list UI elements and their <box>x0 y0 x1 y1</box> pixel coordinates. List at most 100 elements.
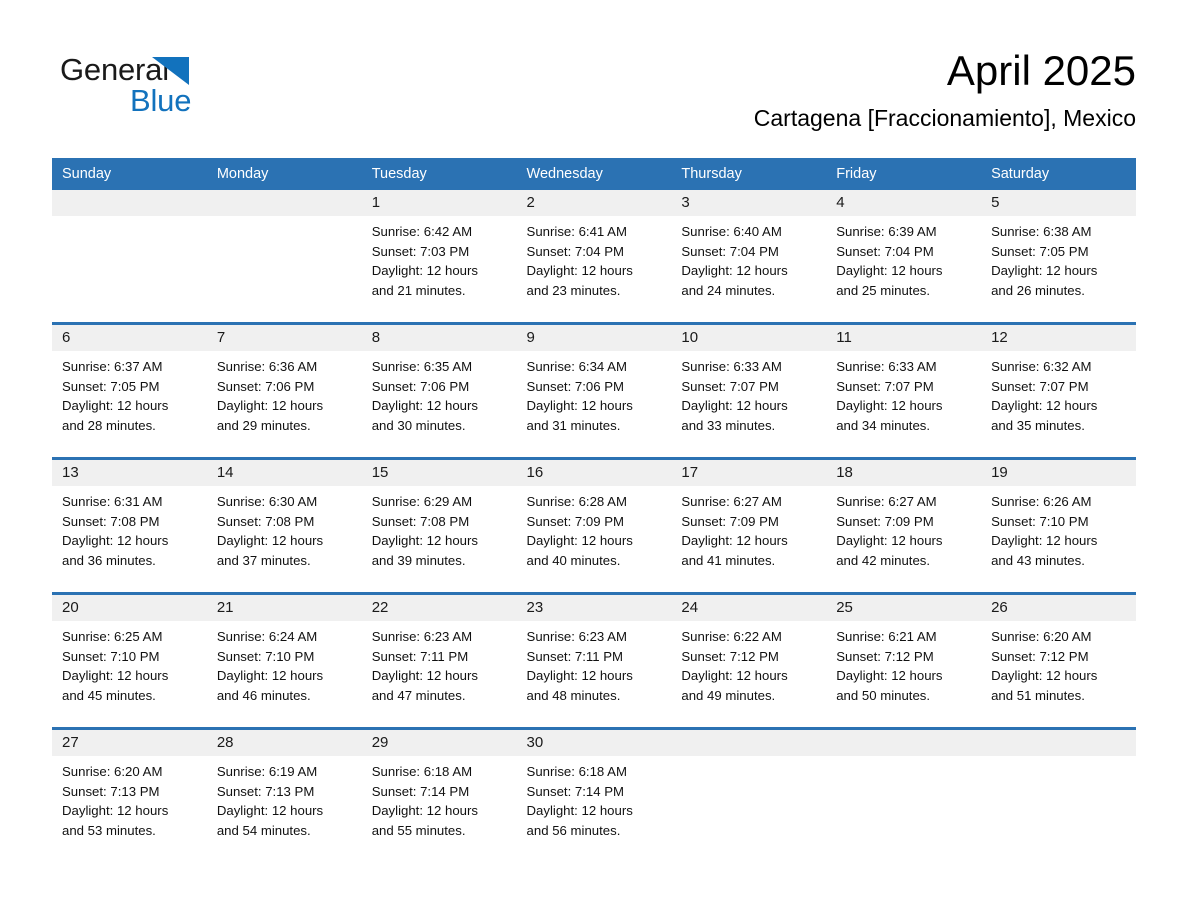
calendar-day-cell[interactable]: 18 Sunrise: 6:27 AM Sunset: 7:09 PM Dayligh… <box>826 457 982 594</box>
daylight-text-line1: Daylight: 12 hours <box>371 263 478 279</box>
sunrise-text: Sunrise: 6:27 AM <box>681 494 782 509</box>
daylight-text-line2: and 31 minutes. <box>526 417 621 433</box>
calendar-day-cell[interactable]: 25 Sunrise: 6:21 AM Sunset: 7:12 PM Dayligh… <box>826 592 982 729</box>
day-number: 19 <box>981 460 1136 486</box>
daylight-text-line2: and 36 minutes. <box>62 552 156 568</box>
page-header: General Blue April 2025 Cartagena [Fracc… <box>52 46 1136 146</box>
day-cell-inner: 9 Sunrise: 6:34 AM Sunset: 7:06 PM Daylight… <box>516 325 672 457</box>
calendar-day-cell-empty <box>826 727 982 862</box>
day-details: Sunrise: 6:27 AM Sunset: 7:09 PM Daylight:… <box>671 486 826 570</box>
daylight-text-line1: Daylight: 12 hours <box>216 398 324 414</box>
logo-triangle-icon <box>152 57 189 85</box>
sunrise-text: Sunrise: 6:20 AM <box>991 629 1092 644</box>
sunset-text: Sunset: 7:07 PM <box>836 378 934 394</box>
calendar-day-cell[interactable]: 15 Sunrise: 6:29 AM Sunset: 7:08 PM Dayligh… <box>361 457 517 594</box>
daylight-text-line2: and 39 minutes. <box>371 552 466 568</box>
calendar-day-cell[interactable]: 7 Sunrise: 6:36 AM Sunset: 7:06 PM Daylight… <box>206 322 362 459</box>
sunset-text: Sunset: 7:04 PM <box>681 243 779 259</box>
sunrise-text: Sunrise: 6:37 AM <box>62 359 163 374</box>
calendar-day-cell[interactable]: 2 Sunrise: 6:41 AM Sunset: 7:04 PM Daylight… <box>516 190 672 324</box>
daylight-text-line1: Daylight: 12 hours <box>991 398 1098 414</box>
daylight-text-line2: and 37 minutes. <box>216 552 311 568</box>
day-details: Sunrise: 6:25 AM Sunset: 7:10 PM Daylight:… <box>52 621 207 705</box>
calendar-day-cell[interactable]: 10 Sunrise: 6:33 AM Sunset: 7:07 PM Dayligh… <box>671 322 827 459</box>
daylight-text-line1: Daylight: 12 hours <box>836 668 943 684</box>
day-number: 4 <box>826 190 982 216</box>
day-cell-inner: 13 Sunrise: 6:31 AM Sunset: 7:08 PM Dayligh… <box>52 460 207 592</box>
calendar-day-cell[interactable]: 11 Sunrise: 6:33 AM Sunset: 7:07 PM Dayligh… <box>826 322 982 459</box>
sunset-text: Sunset: 7:09 PM <box>526 513 625 529</box>
general-blue-logo: General Blue <box>52 46 252 134</box>
day-cell-inner: 3 Sunrise: 6:40 AM Sunset: 7:04 PM Daylight… <box>671 190 827 322</box>
day-cell-inner: 6 Sunrise: 6:37 AM Sunset: 7:05 PM Daylight… <box>52 325 207 457</box>
day-cell-inner: 8 Sunrise: 6:35 AM Sunset: 7:06 PM Daylight… <box>361 325 517 457</box>
calendar-day-cell[interactable]: 26 Sunrise: 6:20 AM Sunset: 7:12 PM Dayligh… <box>981 592 1136 729</box>
day-cell-inner <box>206 190 362 322</box>
calendar-day-cell[interactable]: 30 Sunrise: 6:18 AM Sunset: 7:14 PM Dayligh… <box>516 727 672 862</box>
daylight-text-line2: and 48 minutes. <box>526 687 621 703</box>
calendar-day-cell[interactable]: 8 Sunrise: 6:35 AM Sunset: 7:06 PM Daylight… <box>361 322 517 459</box>
daylight-text-line2: and 25 minutes. <box>836 282 931 298</box>
calendar-day-cell[interactable]: 22 Sunrise: 6:23 AM Sunset: 7:11 PM Dayligh… <box>361 592 517 729</box>
day-details: Sunrise: 6:28 AM Sunset: 7:09 PM Daylight:… <box>517 486 672 570</box>
daylight-text-line1: Daylight: 12 hours <box>836 533 943 549</box>
day-cell-inner: 22 Sunrise: 6:23 AM Sunset: 7:11 PM Dayligh… <box>361 595 517 727</box>
calendar-day-cell[interactable]: 17 Sunrise: 6:27 AM Sunset: 7:09 PM Dayligh… <box>671 457 827 594</box>
sunset-text: Sunset: 7:08 PM <box>62 513 160 529</box>
daylight-text-line1: Daylight: 12 hours <box>216 533 324 549</box>
day-details: Sunrise: 6:20 AM Sunset: 7:13 PM Daylight:… <box>52 756 207 840</box>
day-cell-inner: 7 Sunrise: 6:36 AM Sunset: 7:06 PM Daylight… <box>206 325 362 457</box>
daylight-text-line1: Daylight: 12 hours <box>526 803 633 819</box>
day-number: 7 <box>206 325 362 351</box>
day-number <box>671 730 827 756</box>
day-cell-inner: 14 Sunrise: 6:30 AM Sunset: 7:08 PM Dayligh… <box>206 460 362 592</box>
daylight-text-line1: Daylight: 12 hours <box>836 398 943 414</box>
calendar-day-cell[interactable]: 9 Sunrise: 6:34 AM Sunset: 7:06 PM Daylight… <box>516 322 672 459</box>
calendar-day-cell[interactable]: 13 Sunrise: 6:31 AM Sunset: 7:08 PM Dayligh… <box>52 457 207 594</box>
day-cell-inner: 25 Sunrise: 6:21 AM Sunset: 7:12 PM Dayligh… <box>826 595 982 727</box>
daylight-text-line2: and 34 minutes. <box>836 417 931 433</box>
day-details: Sunrise: 6:22 AM Sunset: 7:12 PM Daylight:… <box>671 621 826 705</box>
calendar-day-cell[interactable]: 29 Sunrise: 6:18 AM Sunset: 7:14 PM Dayligh… <box>361 727 517 862</box>
calendar-day-cell[interactable]: 19 Sunrise: 6:26 AM Sunset: 7:10 PM Dayligh… <box>981 457 1136 594</box>
day-details: Sunrise: 6:39 AM Sunset: 7:04 PM Daylight:… <box>826 216 981 300</box>
day-number: 11 <box>826 325 982 351</box>
sunset-text: Sunset: 7:14 PM <box>371 783 470 799</box>
calendar-day-cell[interactable]: 27 Sunrise: 6:20 AM Sunset: 7:13 PM Dayligh… <box>52 727 207 862</box>
sunrise-text: Sunrise: 6:33 AM <box>681 359 782 374</box>
calendar-day-cell[interactable]: 23 Sunrise: 6:23 AM Sunset: 7:11 PM Dayligh… <box>516 592 672 729</box>
sunset-text: Sunset: 7:08 PM <box>216 513 315 529</box>
daylight-text-line2: and 21 minutes. <box>371 282 466 298</box>
calendar-day-cell[interactable]: 6 Sunrise: 6:37 AM Sunset: 7:05 PM Daylight… <box>52 322 207 459</box>
calendar-day-cell[interactable]: 5 Sunrise: 6:38 AM Sunset: 7:05 PM Daylight… <box>981 190 1136 324</box>
calendar-day-cell[interactable]: 24 Sunrise: 6:22 AM Sunset: 7:12 PM Dayligh… <box>671 592 827 729</box>
sunrise-text: Sunrise: 6:36 AM <box>216 359 318 374</box>
sunset-text: Sunset: 7:13 PM <box>216 783 315 799</box>
day-details: Sunrise: 6:27 AM Sunset: 7:09 PM Daylight:… <box>826 486 981 570</box>
calendar-week-row: 6 Sunrise: 6:37 AM Sunset: 7:05 PM Daylight… <box>52 322 1136 459</box>
day-number: 25 <box>826 595 982 621</box>
calendar-day-cell[interactable]: 3 Sunrise: 6:40 AM Sunset: 7:04 PM Daylight… <box>671 190 827 324</box>
sunset-text: Sunset: 7:04 PM <box>526 243 625 259</box>
day-details <box>981 756 1136 762</box>
daylight-text-line1: Daylight: 12 hours <box>526 398 633 414</box>
sunset-text: Sunset: 7:08 PM <box>371 513 470 529</box>
daylight-text-line1: Daylight: 12 hours <box>62 398 169 414</box>
calendar-day-cell[interactable]: 1 Sunrise: 6:42 AM Sunset: 7:03 PM Daylight… <box>361 190 517 324</box>
day-cell-inner: 24 Sunrise: 6:22 AM Sunset: 7:12 PM Dayligh… <box>671 595 827 727</box>
day-number <box>206 190 362 216</box>
sunset-text: Sunset: 7:04 PM <box>836 243 934 259</box>
calendar-day-cell[interactable]: 21 Sunrise: 6:24 AM Sunset: 7:10 PM Dayligh… <box>206 592 362 729</box>
calendar-day-cell[interactable]: 4 Sunrise: 6:39 AM Sunset: 7:04 PM Daylight… <box>826 190 982 324</box>
calendar-day-cell[interactable]: 20 Sunrise: 6:25 AM Sunset: 7:10 PM Dayligh… <box>52 592 207 729</box>
calendar-day-cell[interactable]: 28 Sunrise: 6:19 AM Sunset: 7:13 PM Dayligh… <box>206 727 362 862</box>
daylight-text-line1: Daylight: 12 hours <box>836 263 943 279</box>
sunrise-text: Sunrise: 6:24 AM <box>216 629 318 644</box>
sunset-text: Sunset: 7:07 PM <box>991 378 1089 394</box>
calendar-day-cell[interactable]: 12 Sunrise: 6:32 AM Sunset: 7:07 PM Dayligh… <box>981 322 1136 459</box>
day-cell-inner: 26 Sunrise: 6:20 AM Sunset: 7:12 PM Dayligh… <box>981 595 1136 727</box>
calendar-day-cell[interactable]: 16 Sunrise: 6:28 AM Sunset: 7:09 PM Dayligh… <box>516 457 672 594</box>
calendar-day-cell[interactable]: 14 Sunrise: 6:30 AM Sunset: 7:08 PM Dayligh… <box>206 457 362 594</box>
sunrise-text: Sunrise: 6:25 AM <box>62 629 163 644</box>
sunrise-text: Sunrise: 6:23 AM <box>371 629 473 644</box>
